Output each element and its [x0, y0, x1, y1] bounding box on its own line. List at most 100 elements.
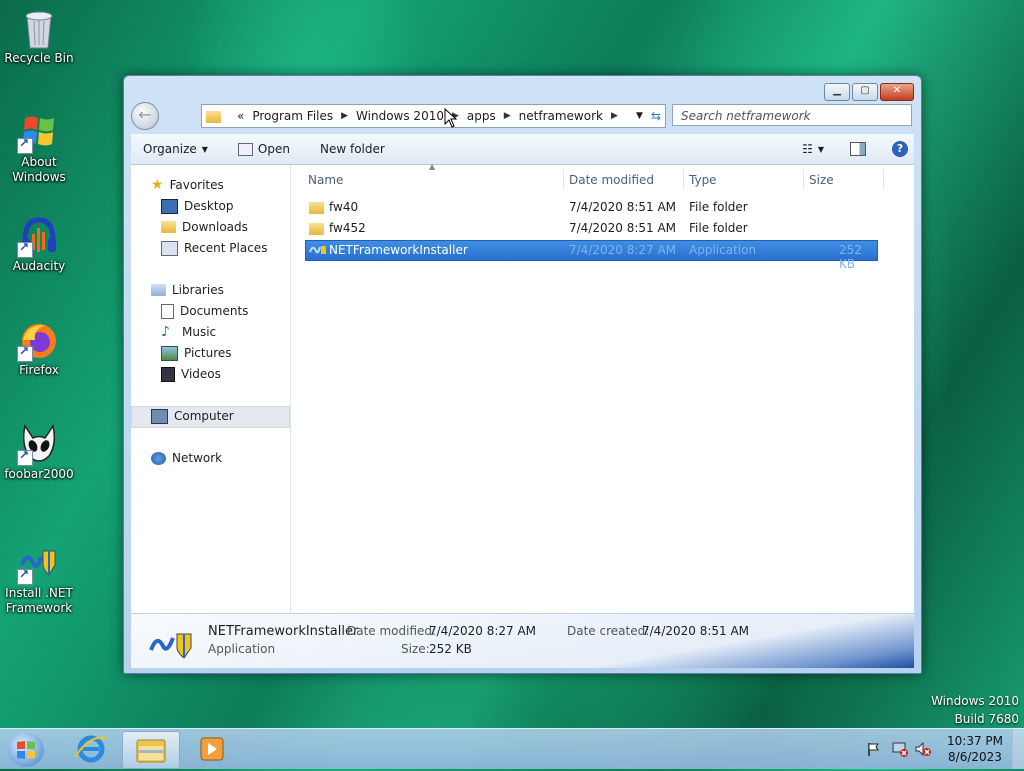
nav-label: Desktop: [184, 199, 234, 213]
shortcut-arrow-icon: [17, 240, 33, 258]
desktop-icon-label: Recycle Bin: [4, 51, 74, 65]
breadcrumb-chevron-icon[interactable]: ▶: [504, 111, 511, 121]
firefox-icon: [17, 320, 59, 362]
breadcrumb-windows-2010[interactable]: Windows 2010: [356, 109, 444, 123]
nav-item-downloads[interactable]: Downloads: [161, 218, 248, 236]
column-header-name[interactable]: Name: [308, 173, 343, 187]
column-header-size[interactable]: Size: [809, 173, 834, 187]
breadcrumb-chevron-icon[interactable]: ▶: [611, 111, 618, 121]
dropdown-arrow-icon: ▼: [817, 144, 824, 154]
recent-places-icon: [161, 240, 178, 256]
desktop-icon-recycle-bin[interactable]: Recycle Bin: [4, 8, 74, 66]
breadcrumb-chevron-icon[interactable]: ▶: [341, 111, 348, 121]
star-icon: ★: [151, 177, 164, 193]
explorer-folder-icon: [136, 739, 166, 763]
taskbar-windows-explorer[interactable]: [122, 731, 180, 769]
search-input[interactable]: Search netframework: [672, 104, 912, 126]
downloads-folder-icon: [161, 221, 176, 233]
nav-label: Recent Places: [184, 241, 268, 255]
nav-item-favorites[interactable]: ★ Favorites: [151, 176, 224, 194]
organize-button[interactable]: Organize ▼: [143, 142, 208, 156]
file-row[interactable]: fw452 7/4/2020 8:51 AM File folder: [305, 219, 876, 238]
desktop-icon-about-windows[interactable]: About Windows: [4, 112, 74, 185]
details-date-modified-label: Date modified:: [347, 624, 437, 638]
breadcrumb-program-files[interactable]: Program Files: [252, 109, 333, 123]
file-row-selected[interactable]: NETFrameworkInstaller 7/4/2020 8:27 AM A…: [305, 240, 878, 271]
nav-item-videos[interactable]: Videos: [161, 365, 221, 383]
maximize-button[interactable]: ▢: [852, 83, 878, 101]
address-dropdown-icon[interactable]: ▼: [636, 111, 643, 121]
address-overflow[interactable]: «: [237, 109, 244, 123]
show-desktop-button[interactable]: [1012, 729, 1024, 769]
shortcut-arrow-icon: [17, 136, 33, 154]
desktop-icon-firefox[interactable]: Firefox: [4, 320, 74, 378]
open-button[interactable]: Open: [237, 142, 290, 156]
file-type: Application: [689, 243, 757, 257]
details-file-icon: [149, 628, 195, 663]
volume-muted-icon[interactable]: [914, 741, 932, 760]
view-list-icon: ☷: [802, 142, 813, 156]
breadcrumb-netframework[interactable]: netframework: [519, 109, 603, 123]
column-header-type[interactable]: Type: [689, 173, 717, 187]
network-status-icon[interactable]: [891, 741, 909, 760]
nav-item-desktop[interactable]: Desktop: [161, 197, 234, 215]
file-row[interactable]: fw40 7/4/2020 8:51 AM File folder: [305, 198, 876, 217]
nav-item-computer[interactable]: Computer: [151, 407, 234, 425]
address-bar[interactable]: « Program Files ▶ Windows 2010 ▶ apps ▶ net…: [201, 104, 666, 128]
start-button[interactable]: [8, 733, 44, 767]
open-icon: [237, 142, 253, 156]
nav-label: Favorites: [169, 178, 224, 192]
change-view-button[interactable]: ☷ ▼: [802, 142, 824, 156]
window-controls: ▁ ▢ ✕: [824, 83, 914, 101]
desktop-icon-label: foobar2000: [4, 467, 74, 481]
minimize-button[interactable]: ▁: [824, 83, 850, 101]
file-date: 7/4/2020 8:51 AM: [569, 221, 677, 235]
taskbar: 10:37 PM 8/6/2023: [0, 728, 1024, 769]
file-type: File folder: [689, 200, 748, 214]
os-build-watermark: Windows 2010 Build 7680: [931, 692, 1019, 728]
desktop-icon-foobar2000[interactable]: foobar2000: [4, 424, 74, 482]
close-button[interactable]: ✕: [880, 83, 914, 101]
desktop-icon-label: Install .NET Framework: [5, 586, 73, 615]
nav-item-pictures[interactable]: Pictures: [161, 344, 232, 362]
desktop-icon-label: About Windows: [12, 155, 66, 184]
content-area: ★ Favorites Desktop Downloads Recent Plac…: [131, 162, 914, 613]
taskbar-clock[interactable]: 10:37 PM 8/6/2023: [944, 733, 1006, 765]
refresh-icon[interactable]: ⇆: [651, 109, 661, 123]
help-button[interactable]: ?: [892, 141, 908, 157]
preview-pane-button[interactable]: [850, 142, 866, 156]
action-center-flag-icon[interactable]: [866, 741, 882, 760]
file-type: File folder: [689, 221, 748, 235]
column-header-date[interactable]: Date modified: [569, 173, 654, 187]
libraries-icon: [151, 284, 166, 296]
taskbar-internet-explorer[interactable]: [63, 731, 119, 767]
nav-item-network[interactable]: Network: [151, 449, 222, 467]
windows-logo-icon: [17, 741, 35, 759]
shortcut-arrow-icon: [17, 567, 33, 585]
command-bar: Organize ▼ Open New folder ☷ ▼ ?: [131, 134, 914, 165]
clock-time: 10:37 PM: [947, 734, 1003, 748]
desktop-icon-install-net[interactable]: Install .NET Framework: [4, 543, 74, 616]
file-date: 7/4/2020 8:27 AM: [569, 243, 677, 257]
organize-label: Organize: [143, 142, 197, 156]
details-date-created: 7/4/2020 8:51 AM: [642, 624, 750, 638]
nav-label: Documents: [180, 304, 249, 318]
file-name: NETFrameworkInstaller: [329, 243, 468, 257]
media-player-icon: [200, 737, 224, 761]
desktop-icon-audacity[interactable]: Audacity: [4, 216, 74, 274]
preview-pane-icon: [850, 142, 866, 156]
breadcrumb-apps[interactable]: apps: [467, 109, 496, 123]
nav-item-recent-places[interactable]: Recent Places: [161, 239, 267, 257]
help-icon: ?: [892, 141, 908, 157]
desktop-icon-label: Firefox: [19, 363, 59, 377]
new-folder-button[interactable]: New folder: [320, 142, 385, 156]
nav-item-libraries[interactable]: Libraries: [151, 281, 224, 299]
nav-item-music[interactable]: ♪ Music: [161, 323, 216, 341]
new-folder-label: New folder: [319, 142, 385, 156]
details-file-type: Application: [208, 642, 276, 656]
pictures-icon: [161, 345, 178, 361]
internet-explorer-icon: [74, 735, 108, 763]
nav-item-documents[interactable]: Documents: [161, 302, 248, 320]
taskbar-media-player[interactable]: [183, 731, 239, 767]
back-button[interactable]: ←: [131, 102, 159, 130]
